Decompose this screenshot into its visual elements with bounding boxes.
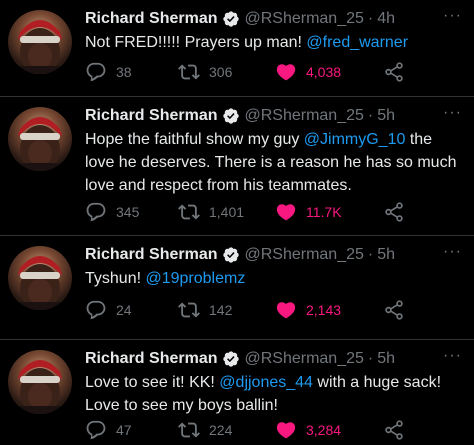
reply-count: 38	[116, 64, 132, 80]
heart-filled-icon	[276, 204, 296, 221]
like-count: 4,038	[306, 64, 342, 80]
tweet-time[interactable]: 5h	[377, 106, 395, 126]
meta-separator: ·	[367, 350, 374, 367]
tweet-text: Hope the faithful show my guy @JimmyG_10…	[85, 128, 460, 197]
reply-count: 24	[116, 302, 132, 318]
reply-count: 345	[116, 204, 140, 220]
tweet-text-before: Tyshun!	[85, 270, 146, 287]
meta-separator: ·	[367, 107, 374, 124]
tweet-header: Richard Sherman @RSherman_25 · 4h	[85, 9, 466, 29]
retweet-button[interactable]: 306	[178, 61, 275, 83]
tweet-feed: Richard Sherman @RSherman_25 · 4h ··· No…	[0, 0, 474, 445]
verified-badge-icon	[222, 350, 240, 368]
reply-bubble-icon	[86, 62, 106, 82]
author-name[interactable]: Richard Sherman	[85, 9, 217, 29]
retweet-arrows-icon	[178, 422, 200, 438]
tweet-actions: 47 224 3,284	[85, 420, 454, 440]
tweet-header: Richard Sherman @RSherman_25 · 5h	[85, 106, 466, 126]
author-handle[interactable]: @RSherman_25	[244, 349, 363, 369]
share-icon	[385, 300, 403, 320]
reply-bubble-icon	[86, 420, 106, 440]
tweet-time[interactable]: 5h	[377, 245, 395, 265]
tweet-time[interactable]: 4h	[377, 9, 395, 29]
tweet-text: Love to see it! KK! @djjones_44 with a h…	[85, 371, 460, 417]
author-name[interactable]: Richard Sherman	[85, 245, 217, 265]
more-dots-icon[interactable]: ···	[443, 105, 462, 121]
verified-badge-icon	[222, 107, 240, 125]
mention-link[interactable]: @19problemz	[145, 270, 245, 287]
retweet-arrows-icon	[178, 302, 200, 318]
like-button[interactable]: 11.7K	[275, 201, 383, 223]
tweet-header: Richard Sherman @RSherman_25 · 5h	[85, 245, 466, 265]
tweet[interactable]: Richard Sherman @RSherman_25 · 5h ··· Ho…	[0, 97, 474, 236]
tweet-text-before: Love to see it! KK!	[85, 374, 220, 391]
tweet-text-before: Hope the faithful show my guy	[85, 131, 304, 148]
author-handle[interactable]: @RSherman_25	[244, 245, 363, 265]
like-count: 3,284	[306, 422, 342, 438]
mention-link[interactable]: @JimmyG_10	[304, 131, 406, 148]
mention-link[interactable]: @djjones_44	[219, 374, 313, 391]
heart-filled-icon	[276, 302, 296, 319]
verified-badge-icon	[222, 246, 240, 264]
retweet-count: 1,401	[209, 204, 245, 220]
reply-button[interactable]: 47	[85, 419, 178, 441]
tweet-actions: 345 1,401 11.7K	[85, 202, 454, 222]
like-button[interactable]: 2,143	[275, 299, 383, 321]
avatar[interactable]	[8, 107, 72, 171]
reply-button[interactable]: 345	[85, 201, 178, 223]
share-button[interactable]	[383, 61, 405, 83]
reply-bubble-icon	[86, 202, 106, 222]
retweet-button[interactable]: 1,401	[178, 201, 275, 223]
tweet-text: Not FRED!!!!! Prayers up man! @fred_warn…	[85, 31, 460, 54]
share-button[interactable]	[383, 201, 405, 223]
verified-badge-icon	[222, 10, 240, 28]
author-name[interactable]: Richard Sherman	[85, 106, 217, 126]
tweet-text-before: Not FRED!!!!! Prayers up man!	[85, 34, 307, 51]
retweet-arrows-icon	[178, 204, 200, 220]
retweet-button[interactable]: 224	[178, 419, 275, 441]
heart-filled-icon	[276, 64, 296, 81]
share-icon	[385, 202, 403, 222]
avatar[interactable]	[8, 10, 72, 74]
tweet-time[interactable]: 5h	[377, 349, 395, 369]
tweet-actions: 24 142 2,143	[85, 300, 454, 320]
retweet-count: 142	[209, 302, 233, 318]
heart-filled-icon	[276, 422, 296, 439]
mention-link[interactable]: @fred_warner	[306, 34, 408, 51]
retweet-arrows-icon	[178, 64, 200, 80]
author-name[interactable]: Richard Sherman	[85, 349, 217, 369]
author-handle[interactable]: @RSherman_25	[244, 9, 363, 29]
retweet-button[interactable]: 142	[178, 299, 275, 321]
share-icon	[385, 62, 403, 82]
tweet-header: Richard Sherman @RSherman_25 · 5h	[85, 349, 466, 369]
share-icon	[385, 420, 403, 440]
retweet-count: 224	[209, 422, 233, 438]
tweet-actions: 38 306 4,038	[85, 62, 454, 82]
reply-bubble-icon	[86, 300, 106, 320]
reply-button[interactable]: 24	[85, 299, 178, 321]
more-dots-icon[interactable]: ···	[443, 348, 462, 364]
meta-separator: ·	[367, 10, 374, 27]
more-dots-icon[interactable]: ···	[443, 244, 462, 260]
reply-button[interactable]: 38	[85, 61, 178, 83]
like-button[interactable]: 4,038	[275, 61, 383, 83]
share-button[interactable]	[383, 299, 405, 321]
author-handle[interactable]: @RSherman_25	[244, 106, 363, 126]
more-dots-icon[interactable]: ···	[443, 8, 462, 24]
tweet[interactable]: Richard Sherman @RSherman_25 · 4h ··· No…	[0, 0, 474, 97]
avatar[interactable]	[8, 350, 72, 414]
reply-count: 47	[116, 422, 132, 438]
avatar[interactable]	[8, 246, 72, 310]
tweet-text: Tyshun! @19problemz	[85, 267, 460, 290]
share-button[interactable]	[383, 419, 405, 441]
tweet[interactable]: Richard Sherman @RSherman_25 · 5h ··· Ty…	[0, 236, 474, 340]
tweet[interactable]: Richard Sherman @RSherman_25 · 5h ··· Lo…	[0, 340, 474, 445]
meta-separator: ·	[367, 246, 374, 263]
like-count: 2,143	[306, 302, 342, 318]
retweet-count: 306	[209, 64, 233, 80]
like-button[interactable]: 3,284	[275, 419, 383, 441]
like-count: 11.7K	[306, 204, 342, 220]
